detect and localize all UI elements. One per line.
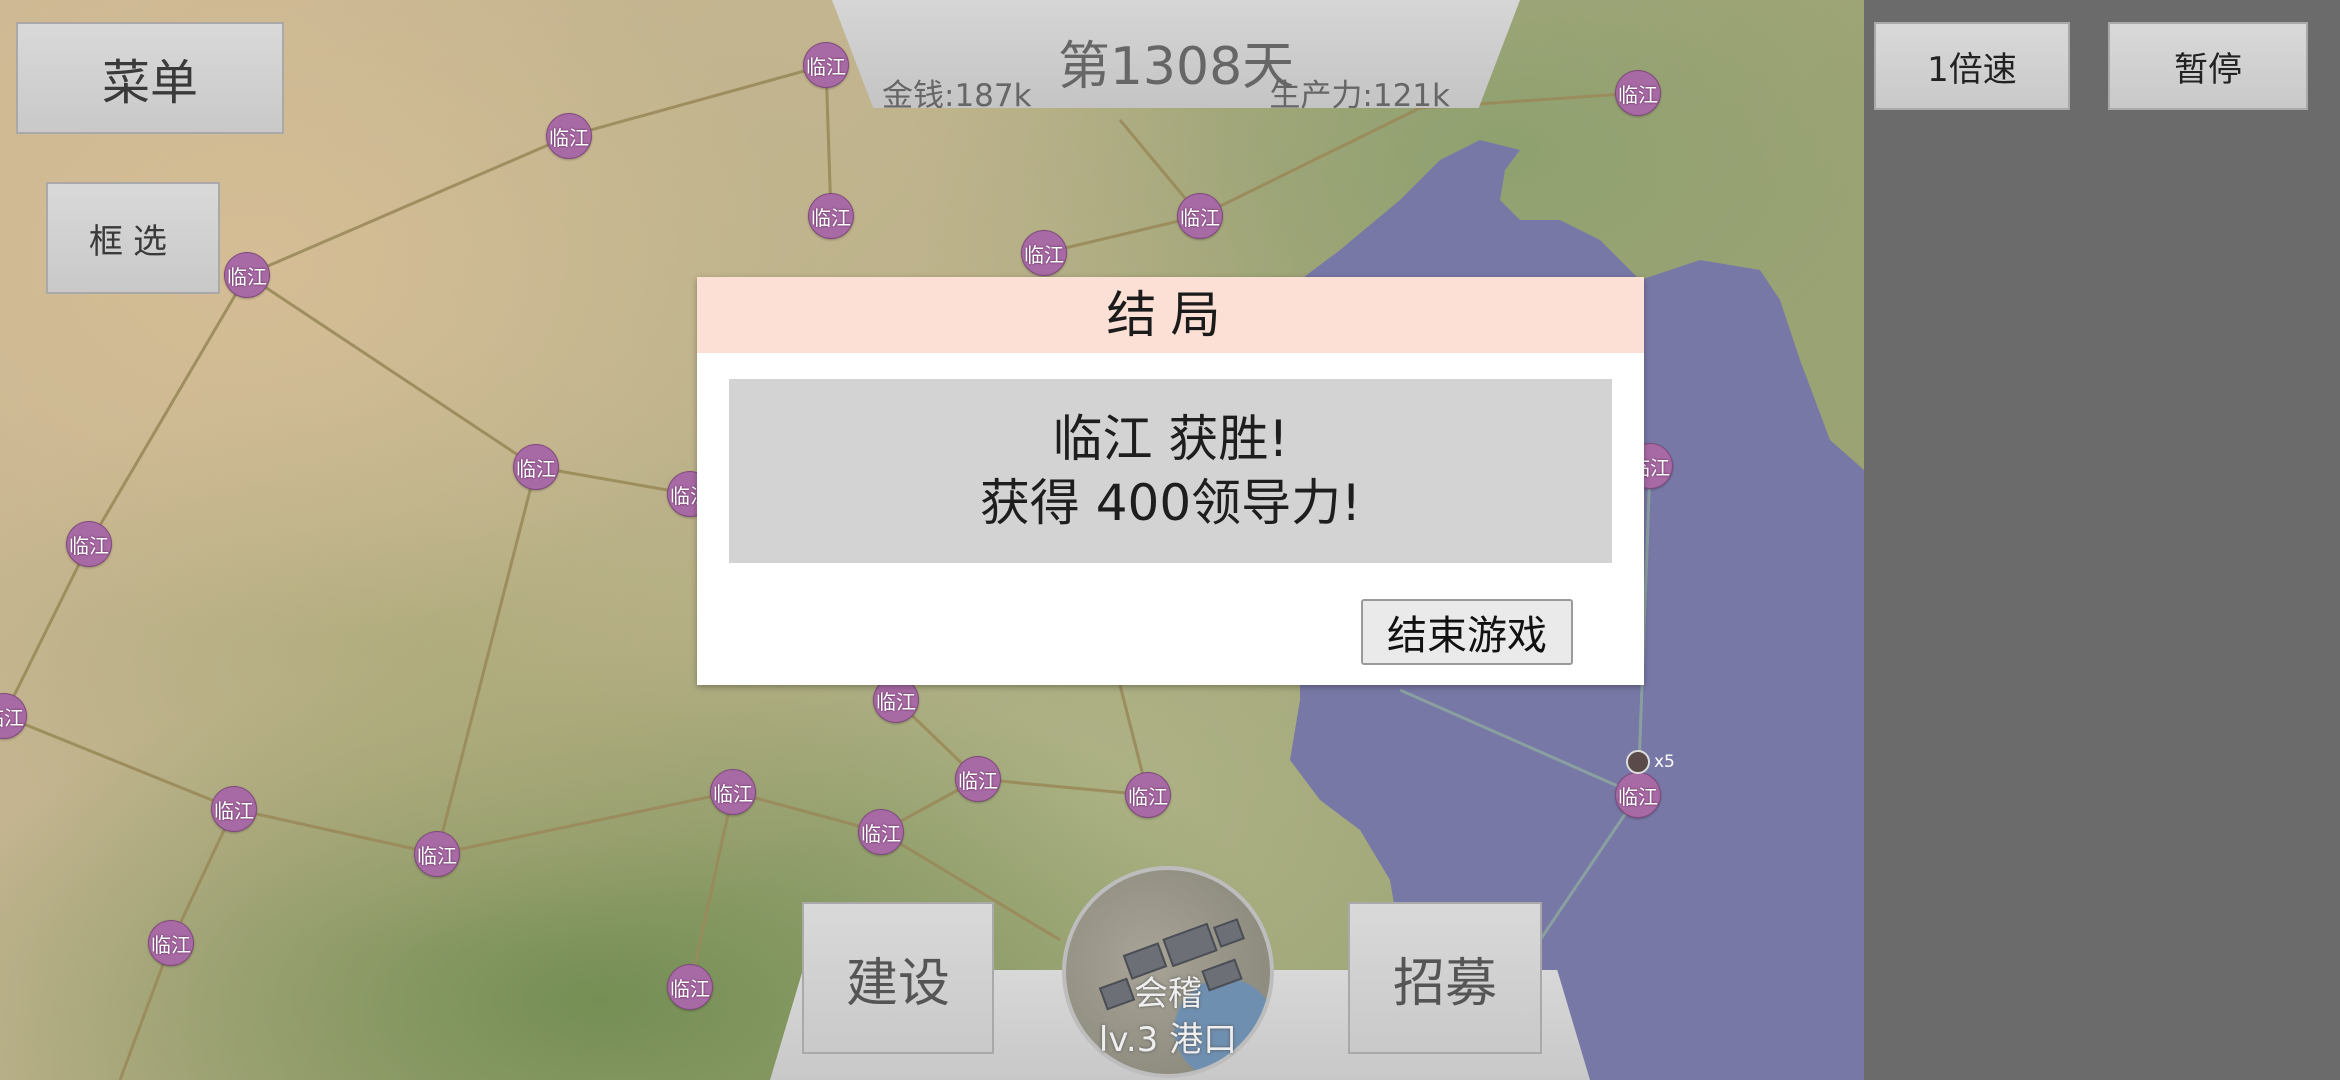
city-node[interactable]: 临江	[414, 831, 460, 877]
city-node[interactable]: 临江	[513, 444, 559, 490]
side-panel	[1864, 0, 2340, 1080]
city-node[interactable]: 临江	[808, 193, 854, 239]
city-node[interactable]: 临江	[224, 252, 270, 298]
city-node[interactable]: 临江	[710, 769, 756, 815]
box-select-button[interactable]: 框选	[46, 182, 220, 294]
city-node[interactable]: 临江	[546, 113, 592, 159]
city-node[interactable]: 临江	[1021, 230, 1067, 276]
fleet-count: x5	[1654, 752, 1675, 772]
speed-button[interactable]: 1倍速	[1874, 22, 2070, 110]
build-button[interactable]: 建设	[802, 902, 994, 1054]
city-name: 会稽	[1134, 974, 1202, 1014]
city-node[interactable]: 临江	[667, 964, 713, 1010]
reward-text: 获得 400领导力!	[979, 474, 1362, 532]
pause-button[interactable]: 暂停	[2108, 22, 2308, 110]
city-node[interactable]: 临江	[1125, 772, 1171, 818]
city-node[interactable]: 临江	[803, 42, 849, 88]
victory-text: 临江 获胜!	[1052, 410, 1289, 468]
menu-button[interactable]: 菜单	[16, 22, 284, 134]
recruit-button[interactable]: 招募	[1348, 902, 1542, 1054]
end-game-button[interactable]: 结束游戏	[1361, 599, 1573, 665]
dialog-message: 临江 获胜! 获得 400领导力!	[729, 379, 1612, 563]
city-level: lv.3 港口	[1098, 1020, 1238, 1060]
house-icon	[1213, 918, 1245, 948]
city-node[interactable]: 临江	[211, 786, 257, 832]
house-icon	[1162, 922, 1218, 968]
fleet-marker[interactable]	[1626, 750, 1650, 774]
dialog-title: 结局	[697, 277, 1644, 353]
city-node[interactable]: 临江	[955, 756, 1001, 802]
city-node[interactable]: 临江	[148, 920, 194, 966]
city-node[interactable]: 临江	[858, 809, 904, 855]
ending-dialog: 结局 临江 获胜! 获得 400领导力! 结束游戏	[697, 277, 1644, 685]
city-node[interactable]: 临江	[1177, 193, 1223, 239]
city-node[interactable]: 临江	[66, 521, 112, 567]
city-node[interactable]: 临江	[1615, 772, 1661, 818]
city-node[interactable]: 临江	[1615, 70, 1661, 116]
status-banner: 第1308天 金钱:187k 生产力:121k	[832, 0, 1520, 108]
